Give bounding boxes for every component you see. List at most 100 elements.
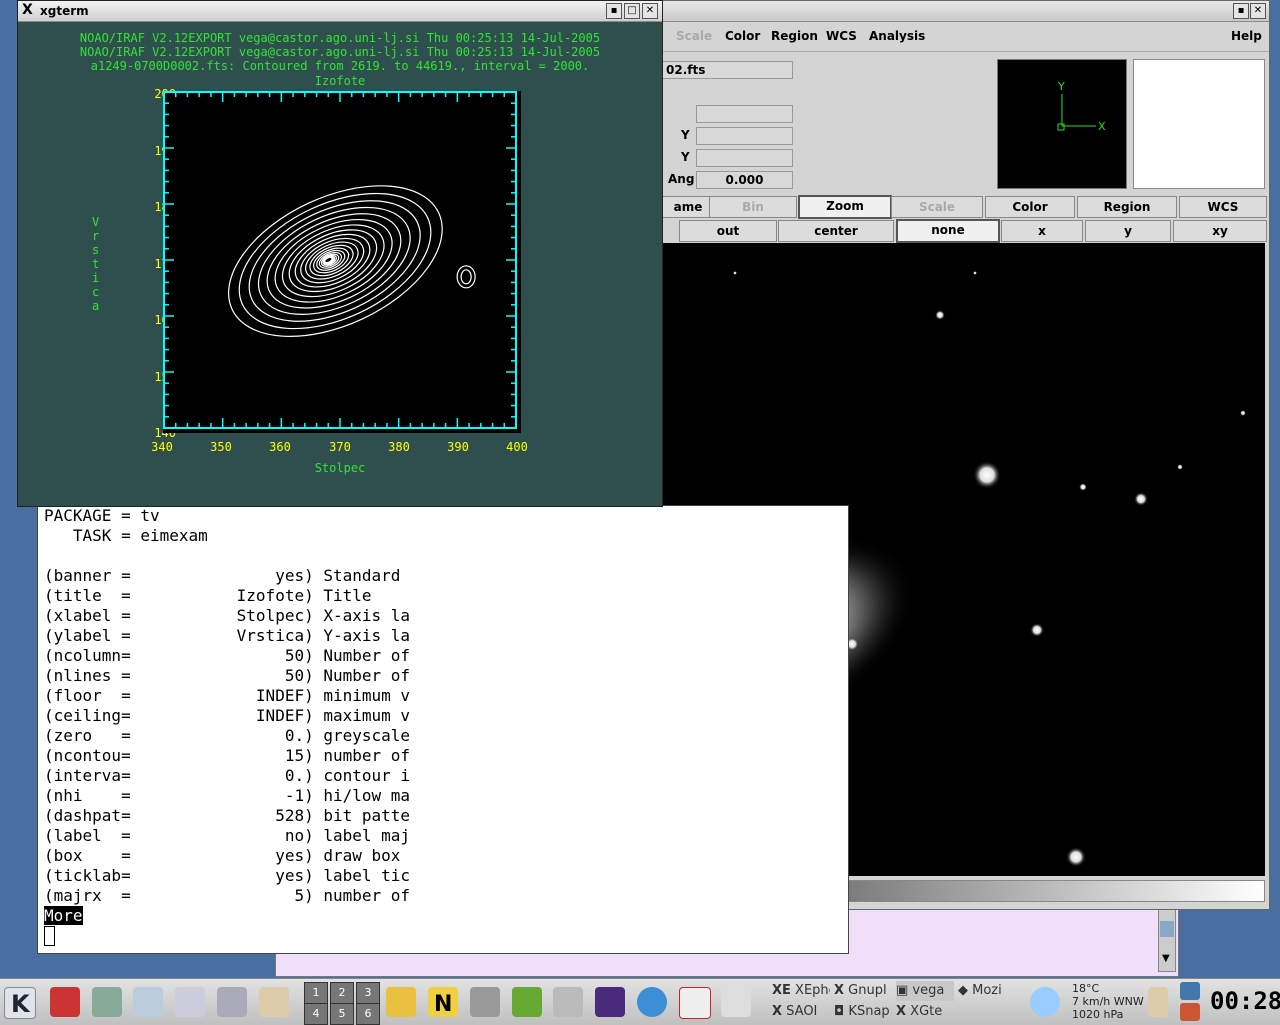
task-xephem[interactable]: XE XEphe bbox=[772, 981, 830, 1001]
zoom-center-button[interactable]: center bbox=[778, 220, 894, 242]
task-ksnapshot[interactable]: ◘ KSnap bbox=[834, 1002, 892, 1022]
angle-label: Ang bbox=[668, 172, 695, 186]
menu-scale[interactable]: Scale bbox=[676, 29, 712, 43]
mozilla-icon[interactable] bbox=[637, 987, 667, 1017]
find-files-icon[interactable] bbox=[175, 987, 205, 1017]
panner-y-label: Y bbox=[1057, 80, 1065, 93]
plot-title: Izofote bbox=[314, 74, 366, 88]
close-icon[interactable]: ✕ bbox=[1250, 3, 1266, 19]
terminal-line: (nhi = -1) hi/low ma bbox=[44, 786, 411, 805]
lock-icon[interactable] bbox=[1180, 982, 1200, 1000]
gqview-icon[interactable] bbox=[595, 987, 625, 1017]
pager-desktop-6[interactable]: 6 bbox=[356, 1003, 380, 1025]
pager-desktop-5[interactable]: 5 bbox=[330, 1003, 354, 1025]
x-tick-label: 390 bbox=[447, 440, 469, 454]
terminal-line: (title = Izofote) Title bbox=[44, 586, 372, 605]
bin-button[interactable]: Bin bbox=[709, 196, 797, 218]
task-mozilla[interactable]: ◆ Mozi bbox=[958, 981, 1016, 1001]
pager-desktop-1[interactable]: 1 bbox=[304, 982, 328, 1004]
terminal-line: (ceiling= INDEF) maximum v bbox=[44, 706, 411, 725]
calculator-icon[interactable] bbox=[721, 987, 751, 1017]
clipboard-icon[interactable] bbox=[1148, 987, 1168, 1017]
task-gnuplot[interactable]: X Gnupl bbox=[834, 981, 892, 1001]
orient-xy-button[interactable]: xy bbox=[1173, 220, 1267, 242]
pager-desktop-4[interactable]: 4 bbox=[304, 1003, 328, 1025]
more-prompt[interactable]: More bbox=[44, 906, 83, 925]
frame-button[interactable]: ame bbox=[661, 196, 715, 218]
region-button[interactable]: Region bbox=[1077, 196, 1177, 218]
orient-x-button[interactable]: x bbox=[1001, 220, 1083, 242]
terminal-line: (ylabel = Vrstica) Y-axis la bbox=[44, 626, 411, 645]
xv-icon[interactable] bbox=[512, 987, 542, 1017]
svg-text:K: K bbox=[11, 990, 31, 1018]
text-terminal[interactable]: PACKAGE = tv TASK = eimexam (banner = ye… bbox=[37, 505, 849, 954]
terminal-line: (zero = 0.) greyscale bbox=[44, 726, 411, 745]
cursor bbox=[44, 926, 55, 946]
task-saoimage[interactable]: X SAOI bbox=[772, 1002, 830, 1022]
menu-analysis[interactable]: Analysis bbox=[869, 29, 925, 43]
pager-desktop-3[interactable]: 3 bbox=[356, 982, 380, 1004]
logout-icon[interactable] bbox=[1180, 1003, 1200, 1021]
acrobat-icon[interactable] bbox=[679, 987, 711, 1019]
terminal-line: (banner = yes) Standard bbox=[44, 566, 401, 585]
menu-region[interactable]: Region bbox=[771, 29, 818, 43]
menu-color[interactable]: Color bbox=[725, 29, 760, 43]
clock: 00:28 bbox=[1210, 987, 1280, 1015]
magnifier bbox=[1133, 59, 1265, 189]
zoom-out-button[interactable]: out bbox=[679, 220, 777, 242]
terminal-line: (majrx = 5) number of bbox=[44, 886, 411, 905]
header-line-2: NOAO/IRAF V2.12EXPORT vega@castor.ago.un… bbox=[79, 45, 601, 59]
terminal-line: (dashpat= 528) bit patte bbox=[44, 806, 411, 825]
orient-none-button[interactable]: none bbox=[896, 219, 1000, 243]
paint-icon[interactable] bbox=[386, 987, 416, 1017]
terminal-line: (label = no) label maj bbox=[44, 826, 411, 845]
x-tick-label: 370 bbox=[329, 440, 351, 454]
x-tick-label: 360 bbox=[269, 440, 291, 454]
angle-field: 0.000 bbox=[696, 171, 793, 189]
trash-icon[interactable] bbox=[217, 987, 247, 1017]
terminal-line: (xlabel = Stolpec) X-axis la bbox=[44, 606, 411, 625]
weather-icon[interactable] bbox=[1030, 987, 1060, 1017]
wcs-button[interactable]: WCS bbox=[1179, 196, 1267, 218]
minimize-icon[interactable]: ▪ bbox=[1233, 3, 1249, 19]
home-folder-icon[interactable] bbox=[133, 987, 163, 1017]
minimize-icon[interactable]: ▪ bbox=[606, 3, 622, 19]
color-button[interactable]: Color bbox=[985, 196, 1075, 218]
scroll-thumb[interactable] bbox=[1160, 921, 1174, 937]
y-field-2 bbox=[696, 149, 793, 167]
contour-plot bbox=[163, 91, 521, 433]
task-vega[interactable]: ▣ vega bbox=[896, 981, 954, 1001]
nedit-icon[interactable]: N bbox=[428, 987, 458, 1017]
scale-button[interactable]: Scale bbox=[891, 196, 983, 218]
header-line-1: NOAO/IRAF V2.12EXPORT vega@castor.ago.un… bbox=[79, 31, 601, 45]
x-tick-label: 340 bbox=[151, 440, 173, 454]
task-xgterm[interactable]: X XGte bbox=[896, 1002, 954, 1022]
weather-report[interactable]: 18°C 7 km/h WNW 1020 hPa bbox=[1072, 982, 1144, 1021]
x-tick-label: 400 bbox=[506, 440, 528, 454]
menu-help[interactable]: Help bbox=[1231, 29, 1262, 43]
scroll-down-icon[interactable]: ▼ bbox=[1162, 953, 1170, 964]
ksnapshot-icon[interactable] bbox=[553, 987, 583, 1017]
weather-temp: 18°C bbox=[1072, 982, 1100, 995]
svg-text:N: N bbox=[434, 992, 452, 1017]
konqueror-icon[interactable] bbox=[50, 987, 80, 1017]
terminal-line: (nlines = 50) Number of bbox=[44, 666, 411, 685]
pager-desktop-2[interactable]: 2 bbox=[330, 982, 354, 1004]
terminal-line: (floor = INDEF) minimum v bbox=[44, 686, 411, 705]
file-name-field: 02.fts bbox=[661, 61, 793, 79]
gimp-icon[interactable] bbox=[470, 987, 500, 1017]
orient-y-button[interactable]: y bbox=[1085, 220, 1171, 242]
editor-icon[interactable] bbox=[259, 987, 289, 1017]
terminal-line: (ncolumn= 50) Number of bbox=[44, 646, 411, 665]
maximize-icon[interactable]: □ bbox=[624, 3, 640, 19]
xgterm-titlebar[interactable]: X xgterm ▪ □ ✕ bbox=[18, 1, 662, 22]
y-label: Y bbox=[681, 128, 690, 142]
x-tick-label: 380 bbox=[388, 440, 410, 454]
menu-wcs[interactable]: WCS bbox=[826, 29, 857, 43]
panner[interactable]: X Y bbox=[997, 59, 1127, 189]
terminal-output: PACKAGE = tv TASK = eimexam (banner = ye… bbox=[44, 506, 410, 951]
zoom-button[interactable]: Zoom bbox=[798, 195, 892, 219]
terminal-app-icon[interactable] bbox=[92, 987, 122, 1017]
close-icon[interactable]: ✕ bbox=[642, 3, 658, 19]
kde-menu-icon[interactable]: K bbox=[4, 987, 36, 1019]
